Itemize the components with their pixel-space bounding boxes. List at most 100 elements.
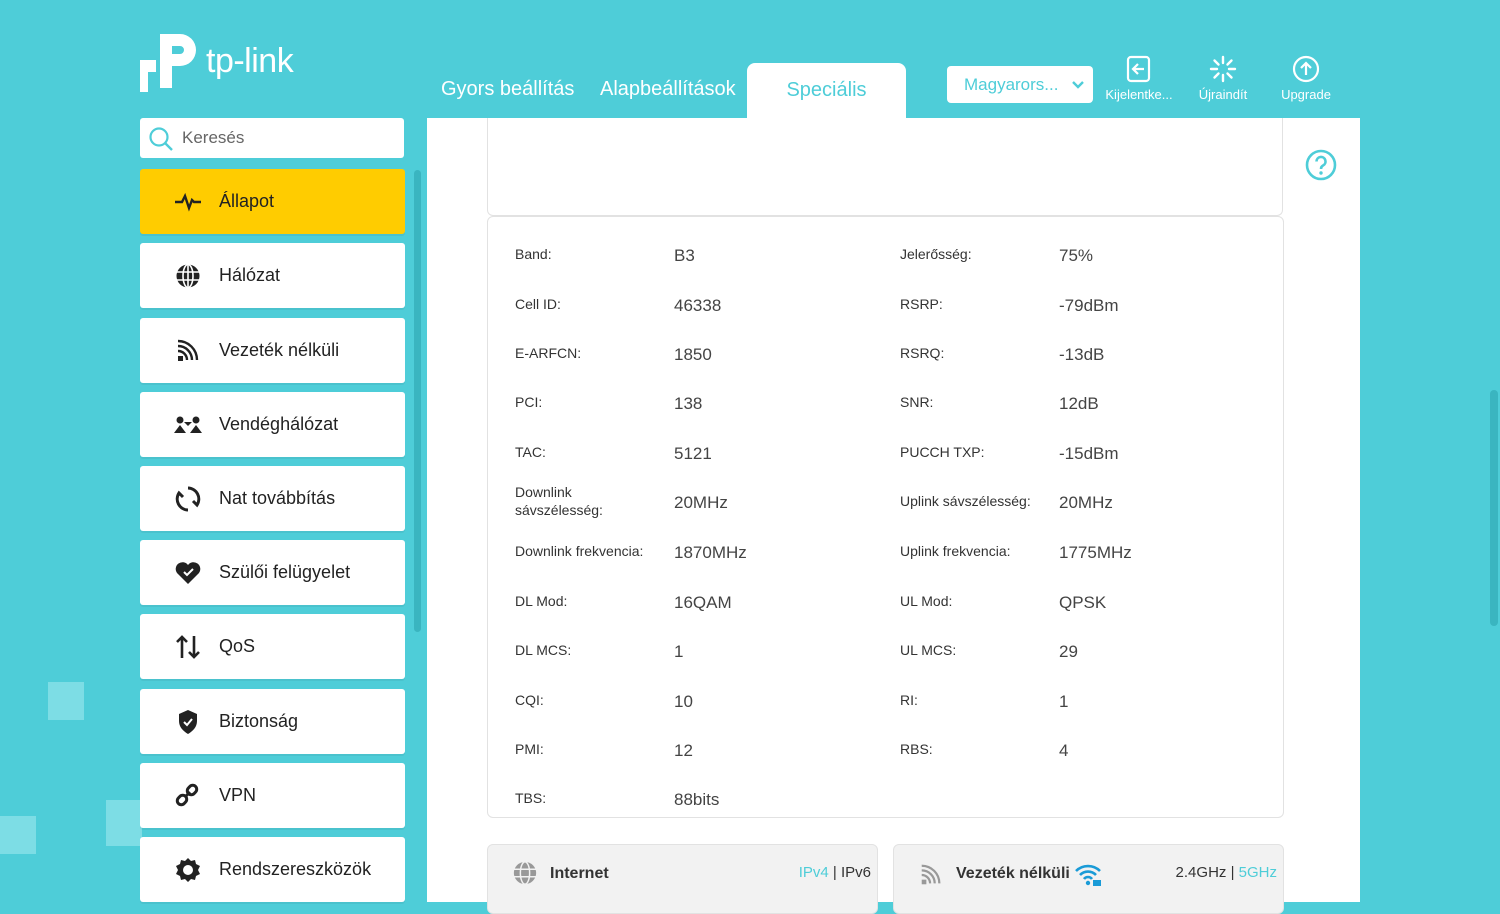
- pucch-txp-label: PUCCH TXP:: [900, 444, 985, 460]
- ul-mod-label: UL Mod:: [900, 593, 953, 609]
- cellular-card-header: [487, 118, 1283, 216]
- ul-mcs-value: 29: [1059, 642, 1078, 661]
- tab-advanced[interactable]: Speciális: [747, 63, 906, 118]
- info-row: Downlink sávszélesség: 20MHz Uplink sávs…: [488, 483, 1283, 523]
- sidebar-item-status[interactable]: Állapot: [140, 169, 405, 234]
- info-row: DL MCS: 1 UL MCS: 29: [488, 641, 1283, 681]
- pci-value: 138: [674, 394, 703, 413]
- pulse-icon: [175, 192, 201, 212]
- cqi-label: CQI:: [515, 692, 544, 708]
- shield-icon: [179, 710, 197, 734]
- sidebar-item-nat-forwarding[interactable]: Nat továbbítás: [140, 466, 405, 531]
- info-row: PCI: 138 SNR: 12dB: [488, 393, 1283, 433]
- ipv4-link[interactable]: IPv4: [799, 864, 829, 881]
- logout-label: Kijelentke...: [1105, 87, 1173, 102]
- sidebar-item-vpn[interactable]: VPN: [140, 763, 405, 828]
- upgrade-label: Upgrade: [1281, 87, 1331, 102]
- band-links: 2.4GHz | 5GHz: [1176, 864, 1277, 881]
- chevron-down-icon: [1072, 81, 1084, 89]
- help-icon[interactable]: [1305, 149, 1337, 181]
- band-24ghz-link[interactable]: 2.4GHz: [1176, 864, 1227, 881]
- upgrade-icon: [1292, 55, 1320, 83]
- ipv6-link[interactable]: IPv6: [841, 864, 871, 881]
- link-separator: |: [1230, 864, 1235, 881]
- snr-value: 12dB: [1059, 394, 1099, 413]
- rbs-label: RBS:: [900, 741, 933, 757]
- cqi-value: 10: [674, 692, 693, 711]
- snr-label: SNR:: [900, 394, 934, 410]
- tab-quick-setup[interactable]: Gyors beállítás: [441, 78, 574, 101]
- ul-mcs-label: UL MCS:: [900, 642, 957, 658]
- sidebar-item-label: VPN: [219, 785, 257, 805]
- rbs-value: 4: [1059, 741, 1069, 760]
- tac-label: TAC:: [515, 444, 546, 460]
- logo-text: tp-link: [206, 42, 294, 80]
- internet-card-title: Internet: [550, 865, 609, 882]
- language-selected-value: Magyarors...: [964, 75, 1059, 94]
- ip-version-links: IPv4 | IPv6: [799, 864, 871, 881]
- earfcn-value: 1850: [674, 345, 712, 364]
- info-row: TAC: 5121 PUCCH TXP: -15dBm: [488, 443, 1283, 483]
- page-scrollbar[interactable]: [1490, 390, 1498, 626]
- tp-link-logo[interactable]: tp-link: [140, 28, 310, 94]
- info-row: Band: B3 Jelerősség: 75%: [488, 245, 1283, 285]
- link-icon: [175, 783, 199, 807]
- cell-id-value: 46338: [674, 296, 722, 315]
- rsrp-value: -79dBm: [1059, 296, 1119, 315]
- band-5ghz-link[interactable]: 5GHz: [1239, 864, 1277, 881]
- sidebar-item-system-tools[interactable]: Rendszereszközök: [140, 837, 405, 902]
- dl-mcs-value: 1: [674, 642, 684, 661]
- background-decoration: [0, 816, 36, 854]
- sidebar-item-network[interactable]: Hálózat: [140, 243, 405, 308]
- tbs-label: TBS:: [515, 790, 547, 806]
- tab-basic[interactable]: Alapbeállítások: [600, 78, 736, 101]
- main-content: Band: B3 Jelerősség: 75% Cell ID: 46338 …: [427, 118, 1360, 914]
- rsrq-value: -13dB: [1059, 345, 1105, 364]
- downlink-bandwidth-value: 20MHz: [674, 493, 728, 512]
- sidebar-scrollbar[interactable]: [414, 170, 421, 632]
- search-input[interactable]: Keresés: [140, 118, 404, 158]
- background-decoration: [48, 682, 84, 720]
- sidebar-item-label: Vendéghálózat: [219, 414, 339, 434]
- downlink-frequency-label: Downlink frekvencia:: [515, 543, 644, 559]
- signal-strength-label: Jelerősség:: [900, 246, 972, 262]
- reboot-button[interactable]: Újraindít: [1180, 55, 1266, 102]
- dl-mod-label: DL Mod:: [515, 593, 568, 609]
- search-icon: [149, 127, 173, 151]
- cellular-info-card: Band: B3 Jelerősség: 75% Cell ID: 46338 …: [487, 216, 1284, 818]
- globe-icon: [176, 263, 200, 289]
- sidebar-item-parental-control[interactable]: Szülői felügyelet: [140, 540, 405, 605]
- upgrade-button[interactable]: Upgrade: [1263, 55, 1349, 102]
- sidebar-item-wireless[interactable]: Vezeték nélküli: [140, 318, 405, 383]
- sidebar-item-security[interactable]: Biztonság: [140, 689, 405, 754]
- globe-icon: [513, 861, 537, 885]
- sidebar-item-label: Hálózat: [219, 265, 281, 285]
- info-row: PMI: 12 RBS: 4: [488, 740, 1283, 780]
- sidebar-item-label: Nat továbbítás: [219, 488, 336, 508]
- cell-id-label: Cell ID:: [515, 296, 561, 312]
- band-value: B3: [674, 246, 695, 265]
- language-select[interactable]: Magyarors...: [947, 66, 1093, 103]
- background-decoration: [106, 800, 142, 846]
- rsrp-label: RSRP:: [900, 296, 943, 312]
- reboot-label: Újraindít: [1198, 87, 1248, 102]
- search-placeholder: Keresés: [182, 128, 245, 147]
- wifi-lock-icon: [1075, 864, 1101, 886]
- downlink-bandwidth-label: Downlink sávszélesség:: [515, 484, 603, 518]
- signal-strength-value: 75%: [1059, 246, 1094, 265]
- uplink-frequency-value: 1775MHz: [1059, 543, 1132, 562]
- uplink-bandwidth-value: 20MHz: [1059, 493, 1113, 512]
- info-row: TBS: 88bits: [488, 789, 1283, 829]
- reboot-icon: [1209, 55, 1237, 83]
- band-label: Band:: [515, 246, 552, 262]
- sidebar-item-guest-network[interactable]: Vendéghálózat: [140, 392, 405, 457]
- sidebar-item-label: Állapot: [219, 191, 275, 211]
- info-row: DL Mod: 16QAM UL Mod: QPSK: [488, 592, 1283, 632]
- ul-mod-value: QPSK: [1059, 593, 1107, 612]
- ri-value: 1: [1059, 692, 1069, 711]
- sidebar-item-qos[interactable]: QoS: [140, 614, 405, 679]
- uplink-bandwidth-label: Uplink sávszélesség:: [900, 493, 1031, 509]
- logout-button[interactable]: Kijelentke...: [1096, 55, 1182, 102]
- pucch-txp-value: -15dBm: [1059, 444, 1119, 463]
- earfcn-label: E-ARFCN:: [515, 345, 582, 361]
